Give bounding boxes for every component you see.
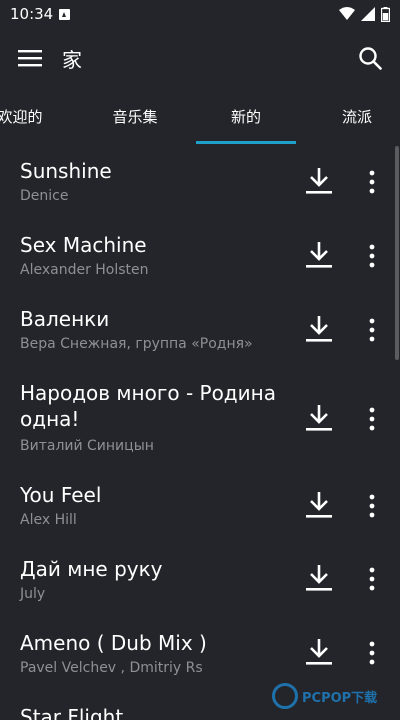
download-icon[interactable] — [305, 166, 333, 196]
more-options-icon[interactable] — [366, 170, 378, 194]
song-title: Ameno ( Dub Mix ) — [20, 631, 207, 655]
list-item[interactable]: Валенки Вера Снежная, группа «Родня» — [0, 292, 400, 368]
song-artist: Вера Снежная, группа «Родня» — [20, 336, 253, 352]
song-title: Дай мне руку — [20, 557, 163, 581]
status-left: 10:34 — [10, 5, 71, 23]
watermark: PCPOP下载 — [272, 683, 377, 709]
more-options-icon[interactable] — [366, 641, 378, 665]
status-bar: 10:34 — [0, 0, 400, 28]
song-artist: Alex Hill — [20, 512, 77, 528]
tab-genres[interactable]: 流派 — [312, 88, 400, 144]
song-artist: Виталий Синицын — [20, 438, 154, 454]
menu-icon[interactable] — [18, 49, 42, 67]
page-title: 家 — [62, 47, 82, 72]
more-options-icon[interactable] — [366, 318, 378, 342]
download-icon[interactable] — [305, 403, 333, 433]
wifi-icon — [339, 7, 355, 20]
song-title: Sex Machine — [20, 233, 147, 257]
search-icon[interactable] — [358, 46, 382, 70]
notification-icon — [59, 8, 71, 20]
song-artist: July — [20, 586, 46, 602]
app-bar: 家 — [0, 28, 400, 88]
list-item[interactable]: Sex Machine Alexander Holsten — [0, 218, 400, 292]
list-item[interactable]: Ameno ( Dub Mix ) Pavel Velchev , Dmitri… — [0, 618, 400, 692]
tab-popular[interactable]: 欢迎的 — [0, 88, 70, 144]
more-options-icon[interactable] — [366, 567, 378, 591]
song-artist: Alexander Holsten — [20, 262, 149, 278]
list-item[interactable]: Дай мне руку July — [0, 544, 400, 618]
song-title: Валенки — [20, 307, 110, 331]
signal-icon — [361, 7, 375, 21]
tab-new[interactable]: 新的 — [196, 88, 296, 144]
download-icon[interactable] — [305, 240, 333, 270]
download-icon[interactable] — [305, 314, 333, 344]
list-item[interactable]: You Feel Alex Hill — [0, 468, 400, 544]
status-right — [339, 6, 390, 22]
song-title: Народов много - Родина одна! — [20, 381, 276, 431]
song-title: Star Flight — [20, 705, 124, 720]
more-options-icon[interactable] — [366, 407, 378, 431]
song-artist: Denice — [20, 188, 69, 204]
more-options-icon[interactable] — [366, 244, 378, 268]
watermark-logo-icon — [272, 683, 298, 709]
status-time: 10:34 — [10, 5, 54, 23]
download-icon[interactable] — [305, 490, 333, 520]
list-item[interactable]: Sunshine Denice — [0, 144, 400, 218]
tab-albums[interactable]: 音乐集 — [90, 88, 180, 144]
song-title: Sunshine — [20, 159, 112, 183]
more-options-icon[interactable] — [366, 494, 378, 518]
download-icon[interactable] — [305, 563, 333, 593]
tab-bar: 欢迎的 音乐集 新的 流派 — [0, 88, 400, 144]
song-artist: Pavel Velchev , Dmitriy Rs — [20, 660, 203, 676]
battery-icon — [381, 6, 390, 22]
list-item[interactable]: Народов много - Родина одна! Виталий Син… — [0, 368, 400, 468]
song-title: You Feel — [20, 483, 102, 507]
scrollbar[interactable] — [395, 146, 399, 360]
download-icon[interactable] — [305, 637, 333, 667]
song-list[interactable]: Sunshine Denice Sex Machine Alexander Ho… — [0, 144, 400, 720]
watermark-text: PCPOP下载 — [302, 690, 378, 706]
